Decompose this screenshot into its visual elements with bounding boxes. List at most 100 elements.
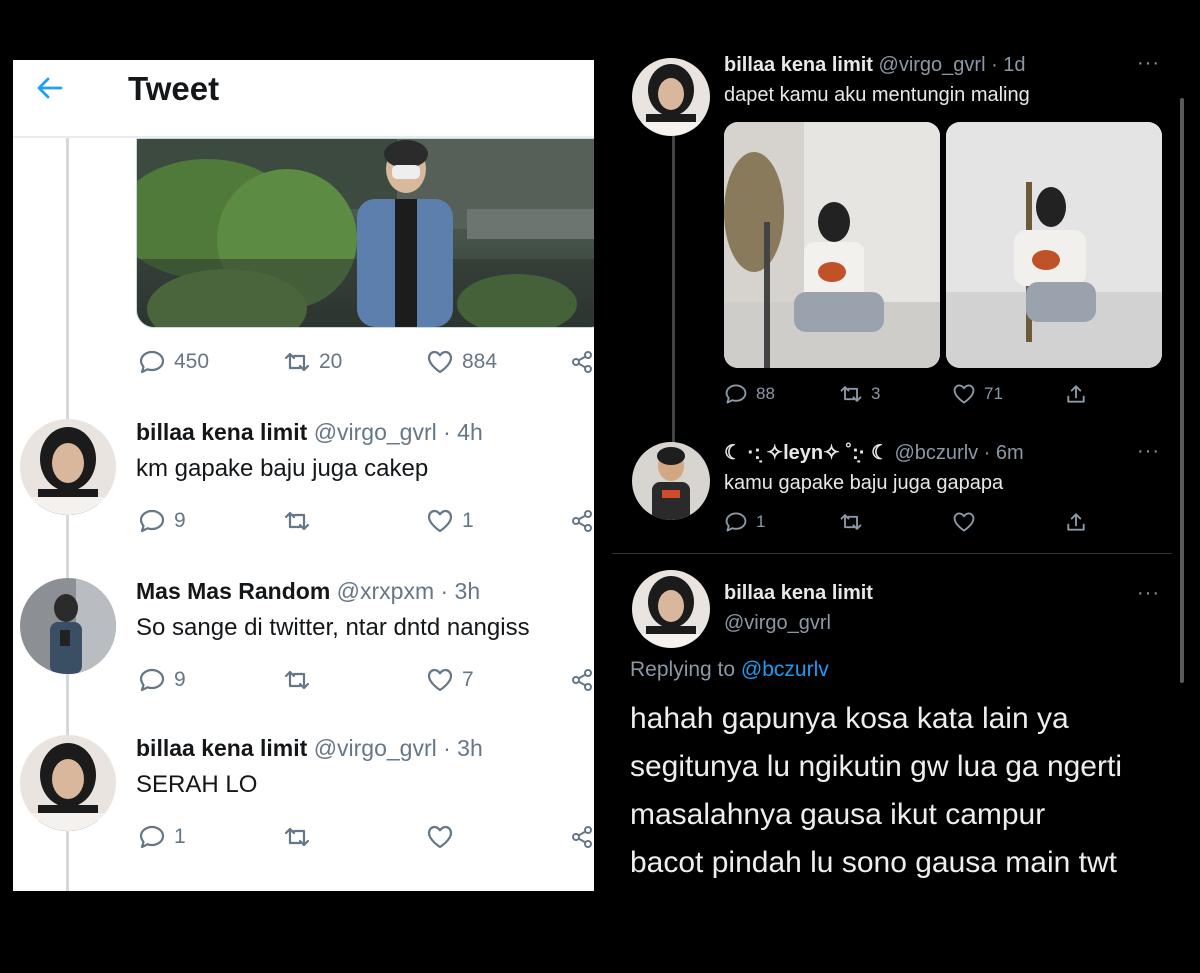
like-button[interactable]: 71 <box>952 382 1003 406</box>
reply-count: 9 <box>174 509 186 532</box>
retweet-button[interactable]: 20 <box>283 348 342 376</box>
retweet-button[interactable] <box>283 666 319 694</box>
reply-count: 1 <box>174 825 186 848</box>
tweet-header: Tweet <box>13 60 594 138</box>
handle-time: @virgo_gvrl · 1d <box>878 54 1026 76</box>
avatar[interactable] <box>632 570 710 648</box>
reply-button[interactable]: 450 <box>138 348 209 376</box>
reply-tweet[interactable]: billaa kena limit @virgo_gvrl · 3h SERAH… <box>13 735 594 890</box>
retweet-button[interactable] <box>283 823 319 851</box>
share-icon <box>572 826 592 848</box>
share-button[interactable] <box>568 507 594 535</box>
reply-count: 9 <box>174 668 186 691</box>
share-button[interactable] <box>568 666 594 694</box>
handle-time: @bczurlv · 6m <box>894 442 1024 464</box>
handle-time: @virgo_gvrl · 3h <box>313 735 483 761</box>
replying-label: Replying to <box>630 658 736 681</box>
heart-icon <box>953 512 975 532</box>
avatar-man-mirror-selfie <box>20 578 116 674</box>
reply-count: 450 <box>174 350 210 373</box>
avatar-basketball-player <box>632 442 710 520</box>
avatar[interactable] <box>20 419 116 515</box>
like-button[interactable]: 884 <box>426 348 497 376</box>
arrow-left-icon[interactable] <box>33 72 65 104</box>
tweet-text-line: segitunya lu ngikutin gw lua ga ngerti <box>630 750 1122 783</box>
more-options-icon[interactable]: ··· <box>1137 52 1160 75</box>
heart-icon <box>427 825 453 849</box>
tweet-text: So sange di twitter, ntar dntd nangiss <box>136 614 530 641</box>
heart-icon <box>953 384 975 404</box>
display-name[interactable]: billaa kena limit <box>136 419 307 445</box>
divider <box>612 553 1172 554</box>
reply-icon <box>139 668 165 692</box>
display-name[interactable]: Mas Mas Random <box>136 578 330 604</box>
retweet-icon <box>284 670 310 690</box>
share-icon <box>572 351 592 373</box>
tweet-photo[interactable] <box>724 122 940 368</box>
reply-button[interactable]: 1 <box>724 510 765 534</box>
mention-link[interactable]: @bczurlv <box>741 658 829 681</box>
avatar[interactable] <box>632 442 710 520</box>
share-button[interactable] <box>1064 510 1088 534</box>
tweet-actions: 1 <box>724 510 1164 536</box>
scrollbar[interactable] <box>1180 98 1184 683</box>
tweet-text: km gapake baju juga cakep <box>136 455 429 482</box>
avatar[interactable] <box>20 578 116 674</box>
tweet-actions: 88 3 71 <box>724 382 1164 408</box>
reply-button[interactable]: 9 <box>138 666 186 694</box>
reply-tweet[interactable]: billaa kena limit @virgo_gvrl · 4h km ga… <box>13 419 594 574</box>
handle-time: @virgo_gvrl · 4h <box>313 419 483 445</box>
reply-button[interactable]: 88 <box>724 382 775 406</box>
heart-icon <box>427 350 453 374</box>
light-tweet-screenshot: Tweet 450 20 884 billaa kena limit @virg… <box>13 60 594 891</box>
retweet-count: 3 <box>871 384 881 403</box>
avatar[interactable] <box>632 58 710 136</box>
tweet-text: SERAH LO <box>136 771 258 798</box>
display-name[interactable]: ☾ ·:̣ ✧leyn✧ ˚:̣· ☾ <box>724 442 889 464</box>
reply-icon <box>725 512 747 532</box>
share-button[interactable] <box>568 823 594 851</box>
tweet-media-photo[interactable] <box>136 138 594 328</box>
tweet-meta: ☾ ·:̣ ✧leyn✧ ˚:̣· ☾ @bczurlv · 6m <box>724 440 1024 465</box>
photo-woman-with-bat-sitting <box>724 122 940 368</box>
avatar[interactable] <box>20 735 116 831</box>
avatar-woman-hijab <box>632 570 710 648</box>
share-icon <box>572 669 592 691</box>
page-title: Tweet <box>128 70 220 107</box>
like-button[interactable]: 7 <box>426 666 474 694</box>
retweet-icon <box>284 511 310 531</box>
share-button[interactable] <box>1064 382 1088 406</box>
avatar-woman-hijab <box>20 419 116 515</box>
tweet-text-line: masalahnya gausa ikut campur <box>630 798 1046 831</box>
like-count: 1 <box>462 509 474 532</box>
heart-icon <box>427 509 453 533</box>
photo-man-in-garden <box>137 139 594 327</box>
retweet-button[interactable] <box>283 507 319 535</box>
avatar-woman-hijab <box>20 735 116 831</box>
like-button[interactable] <box>952 510 984 534</box>
retweet-button[interactable]: 3 <box>839 382 880 406</box>
tweet-actions: 450 20 884 <box>138 348 594 378</box>
like-button[interactable]: 1 <box>426 507 474 535</box>
retweet-icon <box>840 386 862 402</box>
upload-share-icon <box>1067 385 1085 403</box>
handle: @virgo_gvrl <box>724 612 832 634</box>
reply-button[interactable]: 1 <box>138 823 186 851</box>
like-button[interactable] <box>426 823 462 851</box>
tweet-meta: billaa kena limit @virgo_gvrl · 1d <box>724 54 1026 77</box>
reply-button[interactable]: 9 <box>138 507 186 535</box>
dark-tweet-screenshot: billaa kena limit @virgo_gvrl · 1d ··· d… <box>612 50 1200 900</box>
share-button[interactable] <box>568 348 594 376</box>
header-divider <box>13 136 594 138</box>
reply-tweet[interactable]: Mas Mas Random @xrxpxm · 3h So sange di … <box>13 578 594 733</box>
display-name[interactable]: billaa kena limit <box>724 582 873 604</box>
photo-woman-with-bat-crouching <box>946 122 1162 368</box>
retweet-button[interactable] <box>839 510 871 534</box>
more-options-icon[interactable]: ··· <box>1137 582 1160 605</box>
tweet-meta: Mas Mas Random @xrxpxm · 3h <box>136 578 480 605</box>
tweet-photo[interactable] <box>946 122 1162 368</box>
more-options-icon[interactable]: ··· <box>1137 440 1160 463</box>
display-name[interactable]: billaa kena limit <box>136 735 307 761</box>
display-name[interactable]: billaa kena limit <box>724 54 873 76</box>
retweet-icon <box>840 514 862 530</box>
